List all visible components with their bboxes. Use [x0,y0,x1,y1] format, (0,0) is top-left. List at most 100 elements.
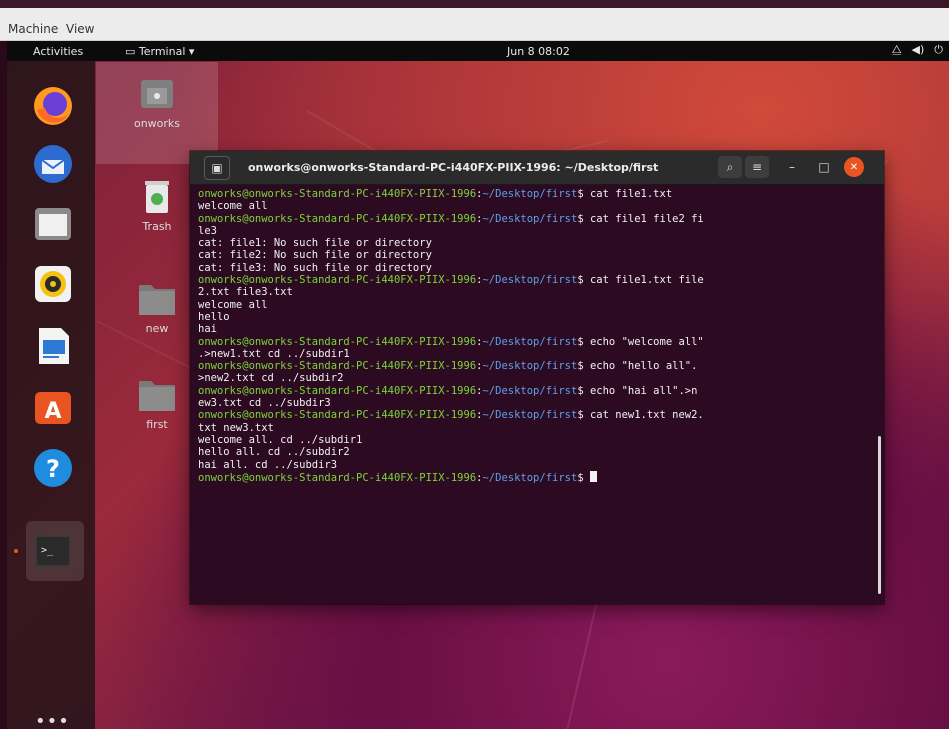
terminal-line: hai [198,323,217,336]
network-icon: ⧋ [891,43,902,56]
command-text: cat file1.txt [589,188,673,200]
maximize-icon[interactable]: □ [812,156,836,178]
show-applications-icon[interactable]: ••• [35,711,70,729]
prompt-user: onworks@onworks-Standard-PC-i440FX-PIIX-… [198,384,477,397]
menu-machine[interactable]: Machine [8,22,58,36]
terminal-line: onworks@onworks-Standard-PC-i440FX-PIIX-… [198,360,698,373]
terminal-line: .>new1.txt cd ../subdir1 [198,347,350,360]
clock[interactable]: Jun 8 08:02 [507,45,570,58]
desktop-icon-new[interactable]: new [117,279,197,335]
command-text: echo "hai all".>n [589,384,698,397]
prompt-path: ~/Desktop/first [482,335,578,348]
prompt-path: ~/Desktop/first [482,360,578,373]
terminal-line: onworks@onworks-Standard-PC-i440FX-PIIX-… [198,384,698,397]
prompt-path: ~/Desktop/first [482,274,578,287]
terminal-line: cat: file1: No such file or directory [198,237,432,250]
prompt-user: onworks@onworks-Standard-PC-i440FX-PIIX-… [198,360,477,373]
minimize-icon[interactable]: – [780,156,804,178]
terminal-line: welcome all [198,200,268,213]
power-icon: ⏻ [934,43,943,56]
prompt-user: onworks@onworks-Standard-PC-i440FX-PIIX-… [198,274,477,287]
menu-view[interactable]: View [66,22,94,36]
host-menubar: Machine View [0,8,949,41]
terminal-line: hello all. cd ../subdir2 [198,446,350,459]
terminal-icon[interactable]: >_ [30,528,76,574]
firefox-icon[interactable] [30,83,76,129]
app-menu[interactable]: ▭ Terminal ▾ [125,45,194,58]
vm-screen: Activities ▭ Terminal ▾ Jun 8 08:02 ⧋ ◀)… [7,41,949,729]
svg-text:A: A [44,399,61,424]
search-icon[interactable]: ⌕ [718,156,742,178]
terminal-line: onworks@onworks-Standard-PC-i440FX-PIIX-… [198,212,704,225]
terminal-line: onworks@onworks-Standard-PC-i440FX-PIIX-… [198,335,704,348]
thunderbird-icon[interactable] [30,141,76,187]
terminal-small-icon: ▭ [125,45,139,58]
desktop-icon-first-label: first [146,418,168,431]
prompt-path: ~/Desktop/first [482,212,578,225]
gnome-top-bar: Activities ▭ Terminal ▾ Jun 8 08:02 ⧋ ◀)… [7,41,949,61]
terminal-window[interactable]: ▣ onworks@onworks-Standard-PC-i440FX-PII… [190,151,884,604]
terminal-headerbar[interactable]: ▣ onworks@onworks-Standard-PC-i440FX-PII… [190,151,884,185]
app-menu-label: Terminal ▾ [138,45,195,58]
new-tab-icon[interactable]: ▣ [204,156,230,180]
activities-button[interactable]: Activities [33,45,83,58]
files-icon[interactable] [30,201,76,247]
desktop-icon-trash-label: Trash [142,220,172,233]
close-icon[interactable]: ✕ [844,157,864,177]
running-indicator [14,549,18,553]
home-folder-icon [141,80,173,108]
prompt-path: ~/Desktop/first [482,384,578,397]
help-icon[interactable]: ? [30,445,76,491]
prompt-user: onworks@onworks-Standard-PC-i440FX-PIIX-… [198,212,477,225]
libreoffice-writer-icon[interactable] [30,323,76,369]
terminal-line: le3 [198,224,217,237]
terminal-line: 2.txt file3.txt [198,286,293,299]
terminal-line: cat: file2: No such file or directory [198,249,432,262]
terminal-scrollbar[interactable] [878,436,881,594]
hamburger-menu-icon[interactable]: ≡ [745,156,769,178]
prompt-user: onworks@onworks-Standard-PC-i440FX-PIIX-… [198,188,477,200]
prompt-user: onworks@onworks-Standard-PC-i440FX-PIIX-… [198,409,477,422]
terminal-line: welcome all [198,298,268,311]
volume-icon: ◀) [911,43,925,56]
terminal-output[interactable]: onworks@onworks-Standard-PC-i440FX-PIIX-… [198,188,878,483]
terminal-line: onworks@onworks-Standard-PC-i440FX-PIIX-… [198,188,673,200]
terminal-line: hello [198,310,230,323]
terminal-line: txt new3.txt [198,421,274,434]
terminal-line: >new2.txt cd ../subdir2 [198,372,344,385]
desktop-icon-trash[interactable]: Trash [117,175,197,233]
text-cursor [589,470,597,482]
terminal-line: onworks@onworks-Standard-PC-i440FX-PIIX-… [198,470,878,484]
command-text: echo "welcome all" [589,335,704,348]
terminal-title: onworks@onworks-Standard-PC-i440FX-PIIX-… [248,161,659,174]
prompt-path: ~/Desktop/first [482,471,578,484]
terminal-line: cat: file3: No such file or directory [198,261,432,274]
folder-icon [139,285,175,315]
command-text: cat file1.txt file [589,274,704,287]
rhythmbox-icon[interactable] [30,261,76,307]
prompt-user: onworks@onworks-Standard-PC-i440FX-PIIX-… [198,335,477,348]
terminal-line: onworks@onworks-Standard-PC-i440FX-PIIX-… [198,409,704,422]
desktop-icon-first[interactable]: first [117,375,197,431]
svg-text:?: ? [46,455,60,483]
prompt-path: ~/Desktop/first [482,409,578,422]
desktop-icon-home[interactable]: onworks [117,74,197,130]
trash-icon [145,181,169,213]
command-text: cat file1 file2 fi [589,212,704,225]
command-text: cat new1.txt new2. [589,409,704,422]
prompt-user: onworks@onworks-Standard-PC-i440FX-PIIX-… [198,471,477,484]
desktop-icon-home-label: onworks [133,117,181,130]
terminal-line: welcome all. cd ../subdir1 [198,433,363,446]
prompt-path: ~/Desktop/first [482,188,578,200]
terminal-line: hai all. cd ../subdir3 [198,458,338,471]
folder-icon [139,381,175,411]
system-tray[interactable]: ⧋ ◀) ⏻ [892,43,949,57]
terminal-line: ew3.txt cd ../subdir3 [198,397,331,410]
command-text: echo "hello all". [589,360,698,373]
host-window-top [0,0,949,8]
svg-text:>_: >_ [41,545,54,556]
desktop-icon-new-label: new [145,322,169,335]
software-center-icon[interactable]: A [30,383,76,429]
terminal-line: onworks@onworks-Standard-PC-i440FX-PIIX-… [198,274,704,287]
dock: A ? >_ ••• [7,61,95,729]
